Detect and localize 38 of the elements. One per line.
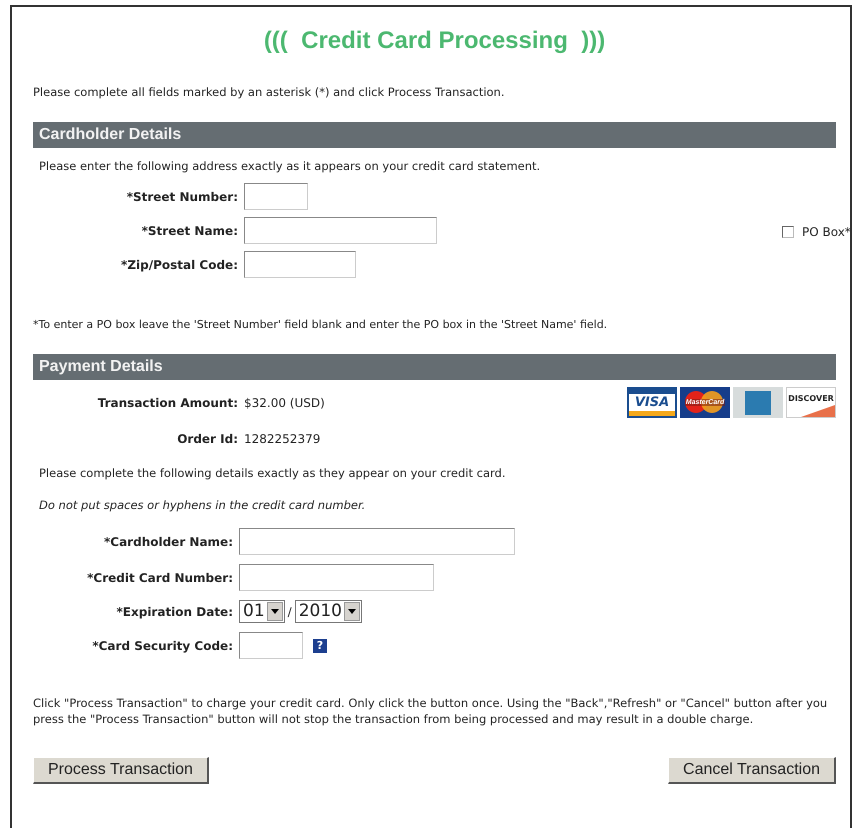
intro-text: Please complete all fields marked by an asterisk (*) and click Process Transaction.	[33, 85, 506, 99]
card-logo	[733, 387, 783, 418]
cancel-button[interactable]: Cancel Transaction	[668, 757, 836, 784]
info-value: 1282252379	[244, 432, 320, 446]
field-label: *Credit Card Number:	[87, 570, 233, 584]
caret-icon	[270, 609, 279, 614]
info-label: Transaction Amount:	[98, 396, 238, 410]
info-label: Order Id:	[177, 432, 238, 446]
instruction-text: Please complete the following details exactly as they appear on your credit card.	[39, 466, 506, 480]
field-label: *Expiration Date:	[116, 604, 233, 618]
field-label: *Street Name:	[142, 224, 238, 238]
hint-text: Do not put spaces or hyphens in the credit card number.	[39, 498, 366, 512]
note-text: *To enter a PO box leave the 'Street Number' field blank and enter the PO box in the 'Street Name' field.	[33, 318, 608, 331]
field-label: *Card Security Code:	[92, 638, 233, 652]
year-dropdown[interactable]: 2010	[294, 600, 362, 623]
instruction-text: Please enter the following address exactly as it appears on your credit card statement.	[39, 159, 542, 173]
input-field[interactable]	[239, 564, 434, 591]
field-label: *Zip/Postal Code:	[121, 258, 238, 272]
checkbox[interactable]	[782, 226, 794, 238]
field-label: *Cardholder Name:	[104, 534, 233, 548]
input-field[interactable]	[244, 251, 356, 278]
input-field[interactable]	[244, 217, 437, 244]
help-button[interactable]: ?	[313, 638, 327, 652]
info-value: $32.00 (USD)	[244, 396, 325, 410]
process-button[interactable]: Process Transaction	[33, 757, 209, 784]
card-logo: VISA	[627, 387, 677, 418]
field-label: *Street Number:	[126, 190, 238, 204]
card-logo: DISCOVER	[786, 387, 836, 418]
section-header: Cardholder Details	[33, 122, 836, 148]
input-field[interactable]	[239, 528, 515, 555]
caret-icon	[348, 609, 356, 614]
month-dropdown[interactable]: 01	[239, 600, 285, 623]
input-field[interactable]	[244, 183, 308, 210]
page-title: ((( Credit Card Processing )))	[262, 27, 606, 55]
warning-text: Click "Process Transaction" to charge your credit card. Only click the button once. Using the "Back","Refresh" or "Cancel" button after you press the "Process Transaction" button will not stop the transaction from being processed and may result in a double charge.	[33, 695, 828, 727]
input-field[interactable]	[239, 632, 303, 659]
date-separator: /	[288, 604, 292, 618]
section-header: Payment Details	[33, 354, 836, 380]
